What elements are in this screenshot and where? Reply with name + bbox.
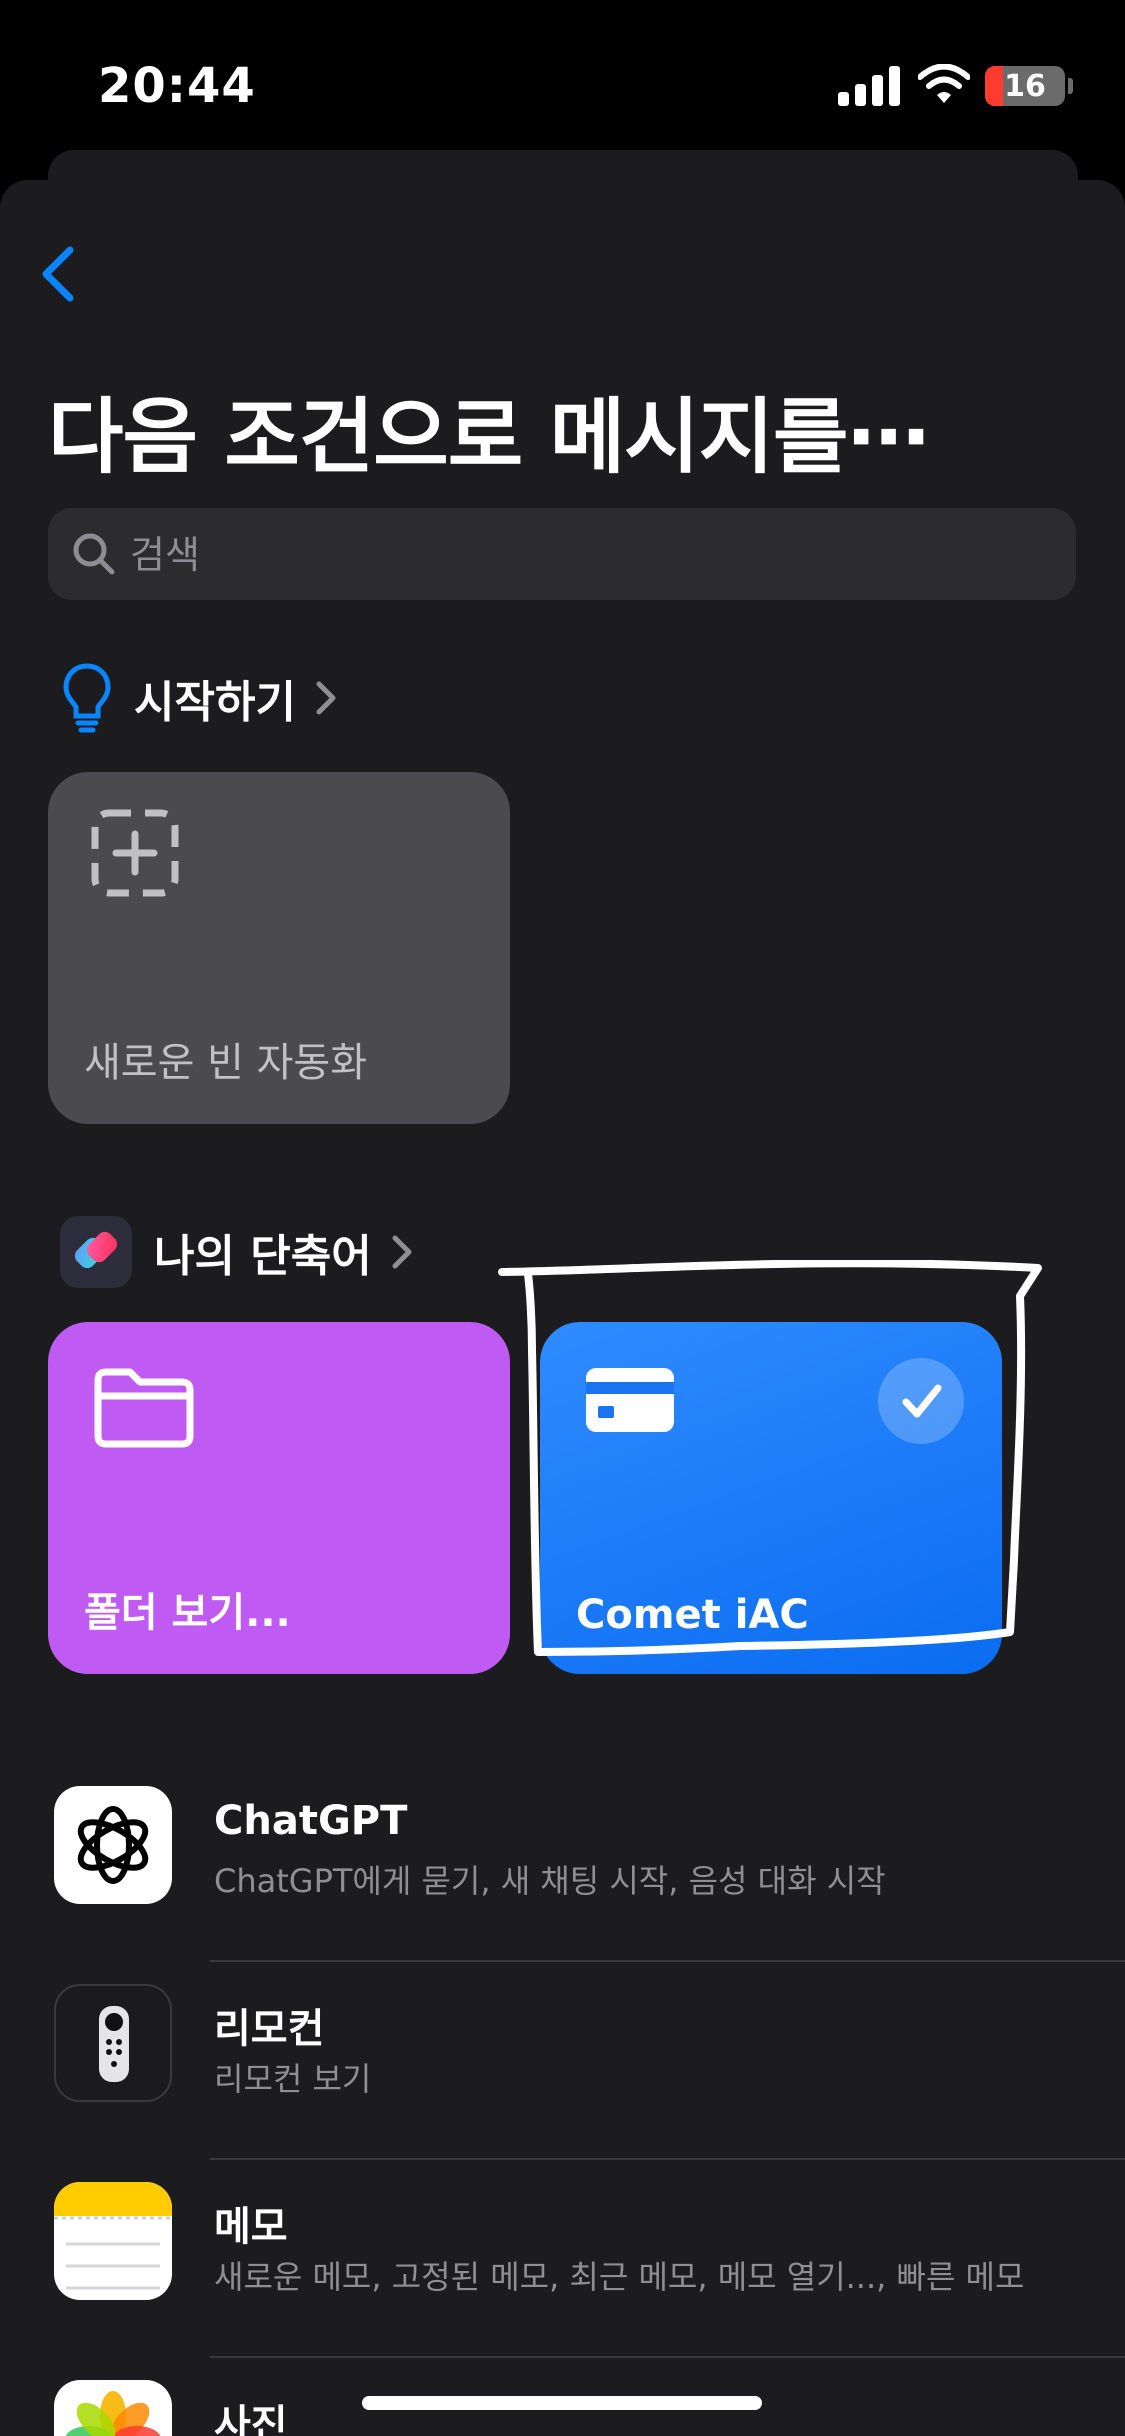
app-row-remote[interactable]: 리모컨 리모컨 보기 [0, 1962, 1125, 2160]
chatgpt-icon [54, 1786, 172, 1904]
app-name: 사진 [214, 2402, 288, 2436]
getting-started-header[interactable]: 시작하기 [62, 658, 338, 738]
dashed-add-icon [91, 809, 179, 897]
my-shortcuts-header[interactable]: 나의 단축어 [60, 1212, 414, 1292]
my-shortcuts-label: 나의 단축어 [154, 1231, 372, 1282]
getting-started-label: 시작하기 [134, 677, 296, 728]
app-description: ChatGPT에게 묻기, 새 채팅 시작, 음성 대화 시작 [214, 1862, 886, 1900]
battery-indicator: 16 [985, 66, 1065, 106]
remote-icon [54, 1984, 172, 2102]
notes-icon [54, 2182, 172, 2300]
app-row-chatgpt[interactable]: ChatGPT ChatGPT에게 묻기, 새 채팅 시작, 음성 대화 시작 [0, 1764, 1125, 1962]
wifi-icon [918, 64, 970, 103]
app-name: 메모 [214, 2204, 288, 2250]
lightbulb-icon [63, 663, 111, 733]
status-bar: 20:44 16 [0, 0, 1125, 150]
shortcut-tile-label: 폴더 보기... [84, 1590, 291, 1636]
home-indicator[interactable] [362, 2396, 762, 2410]
chevron-right-icon [316, 681, 336, 715]
new-blank-automation-tile[interactable]: 새로운 빈 자동화 [48, 772, 510, 1124]
handdrawn-highlight-annotation [498, 1260, 1042, 1656]
page-title: 다음 조건으로 메시지를⋯ [48, 390, 929, 485]
app-name: 리모컨 [214, 2006, 325, 2052]
photos-icon [54, 2380, 172, 2436]
shortcuts-app-icon [60, 1216, 132, 1288]
chevron-right-icon [392, 1235, 412, 1269]
automation-sheet: 다음 조건으로 메시지를⋯ 시작하기 새로운 빈 자동화 [0, 180, 1125, 2436]
back-chevron-icon[interactable] [24, 232, 94, 312]
app-name: ChatGPT [214, 1798, 408, 1844]
app-description: 리모컨 보기 [214, 2060, 372, 2098]
shortcut-tile-folder[interactable]: 폴더 보기... [48, 1322, 510, 1674]
search-icon [73, 533, 115, 575]
new-blank-automation-label: 새로운 빈 자동화 [84, 1040, 368, 1086]
cellular-signal-icon [838, 66, 900, 106]
folder-icon [94, 1368, 194, 1448]
app-row-notes[interactable]: 메모 새로운 메모, 고정된 메모, 최근 메모, 메모 열기..., 빠른 메… [0, 2160, 1125, 2358]
search-bar[interactable] [48, 508, 1076, 602]
app-description: 새로운 메모, 고정된 메모, 최근 메모, 메모 열기..., 빠른 메모 [214, 2258, 1025, 2296]
battery-level: 16 [1004, 69, 1046, 104]
search-input[interactable] [128, 508, 1032, 602]
status-time: 20:44 [98, 58, 256, 114]
